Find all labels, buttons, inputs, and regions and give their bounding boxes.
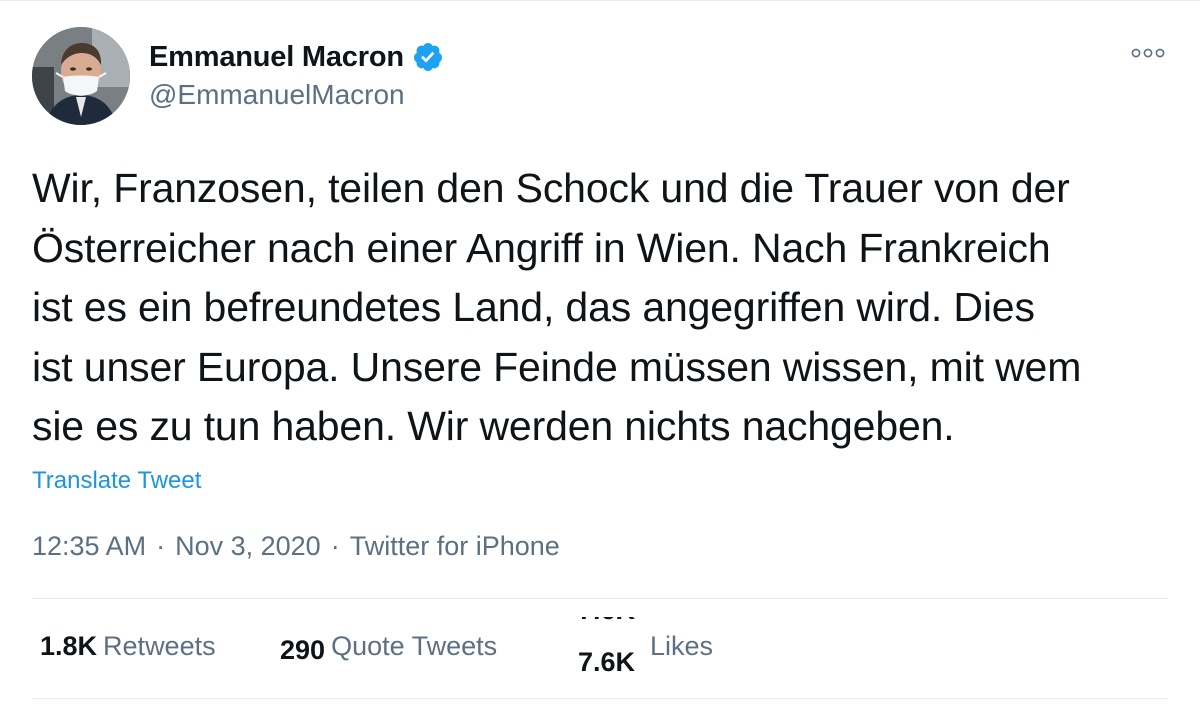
quote-tweets-label: Quote Tweets <box>331 631 498 661</box>
author-handle[interactable]: @EmmanuelMacron <box>149 79 405 111</box>
avatar-photo <box>32 27 130 125</box>
author-name-row: Emmanuel Macron <box>149 39 444 75</box>
likes-count[interactable]: 7.6K 7.6K <box>578 617 642 681</box>
quote-tweets-count: 290 <box>280 635 326 665</box>
divider <box>32 698 1168 699</box>
translate-tweet-link[interactable]: Translate Tweet <box>32 467 201 495</box>
avatar[interactable] <box>32 27 130 125</box>
author-display-name[interactable]: Emmanuel Macron <box>149 41 404 74</box>
more-options-icon[interactable] <box>1128 43 1168 63</box>
retweets-stat[interactable]: 1.8K Retweets <box>40 631 216 662</box>
tweet-date[interactable]: Nov 3, 2020 <box>175 531 321 562</box>
quote-tweets-stat[interactable]: 290 Quote Tweets <box>280 631 497 666</box>
meta-separator: · <box>330 531 340 561</box>
retweets-label: Retweets <box>103 631 216 661</box>
retweets-count: 1.8K <box>40 631 98 661</box>
meta-separator: · <box>156 531 166 561</box>
likes-count-rolling: 7.6K <box>578 617 635 626</box>
tweet-detail: Emmanuel Macron @EmmanuelMacron Wir, Fra… <box>0 0 1200 716</box>
tweet-meta: 12:35 AM · Nov 3, 2020 · Twitter for iPh… <box>32 531 560 562</box>
likes-count-value: 7.6K <box>578 647 636 677</box>
tweet-time[interactable]: 12:35 AM <box>32 531 146 562</box>
divider <box>32 598 1168 599</box>
likes-label[interactable]: Likes <box>650 631 713 662</box>
verified-badge-icon <box>412 41 444 73</box>
tweet-text: Wir, Franzosen, teilen den Schock und di… <box>32 165 1082 449</box>
tweet-source[interactable]: Twitter for iPhone <box>350 531 560 562</box>
